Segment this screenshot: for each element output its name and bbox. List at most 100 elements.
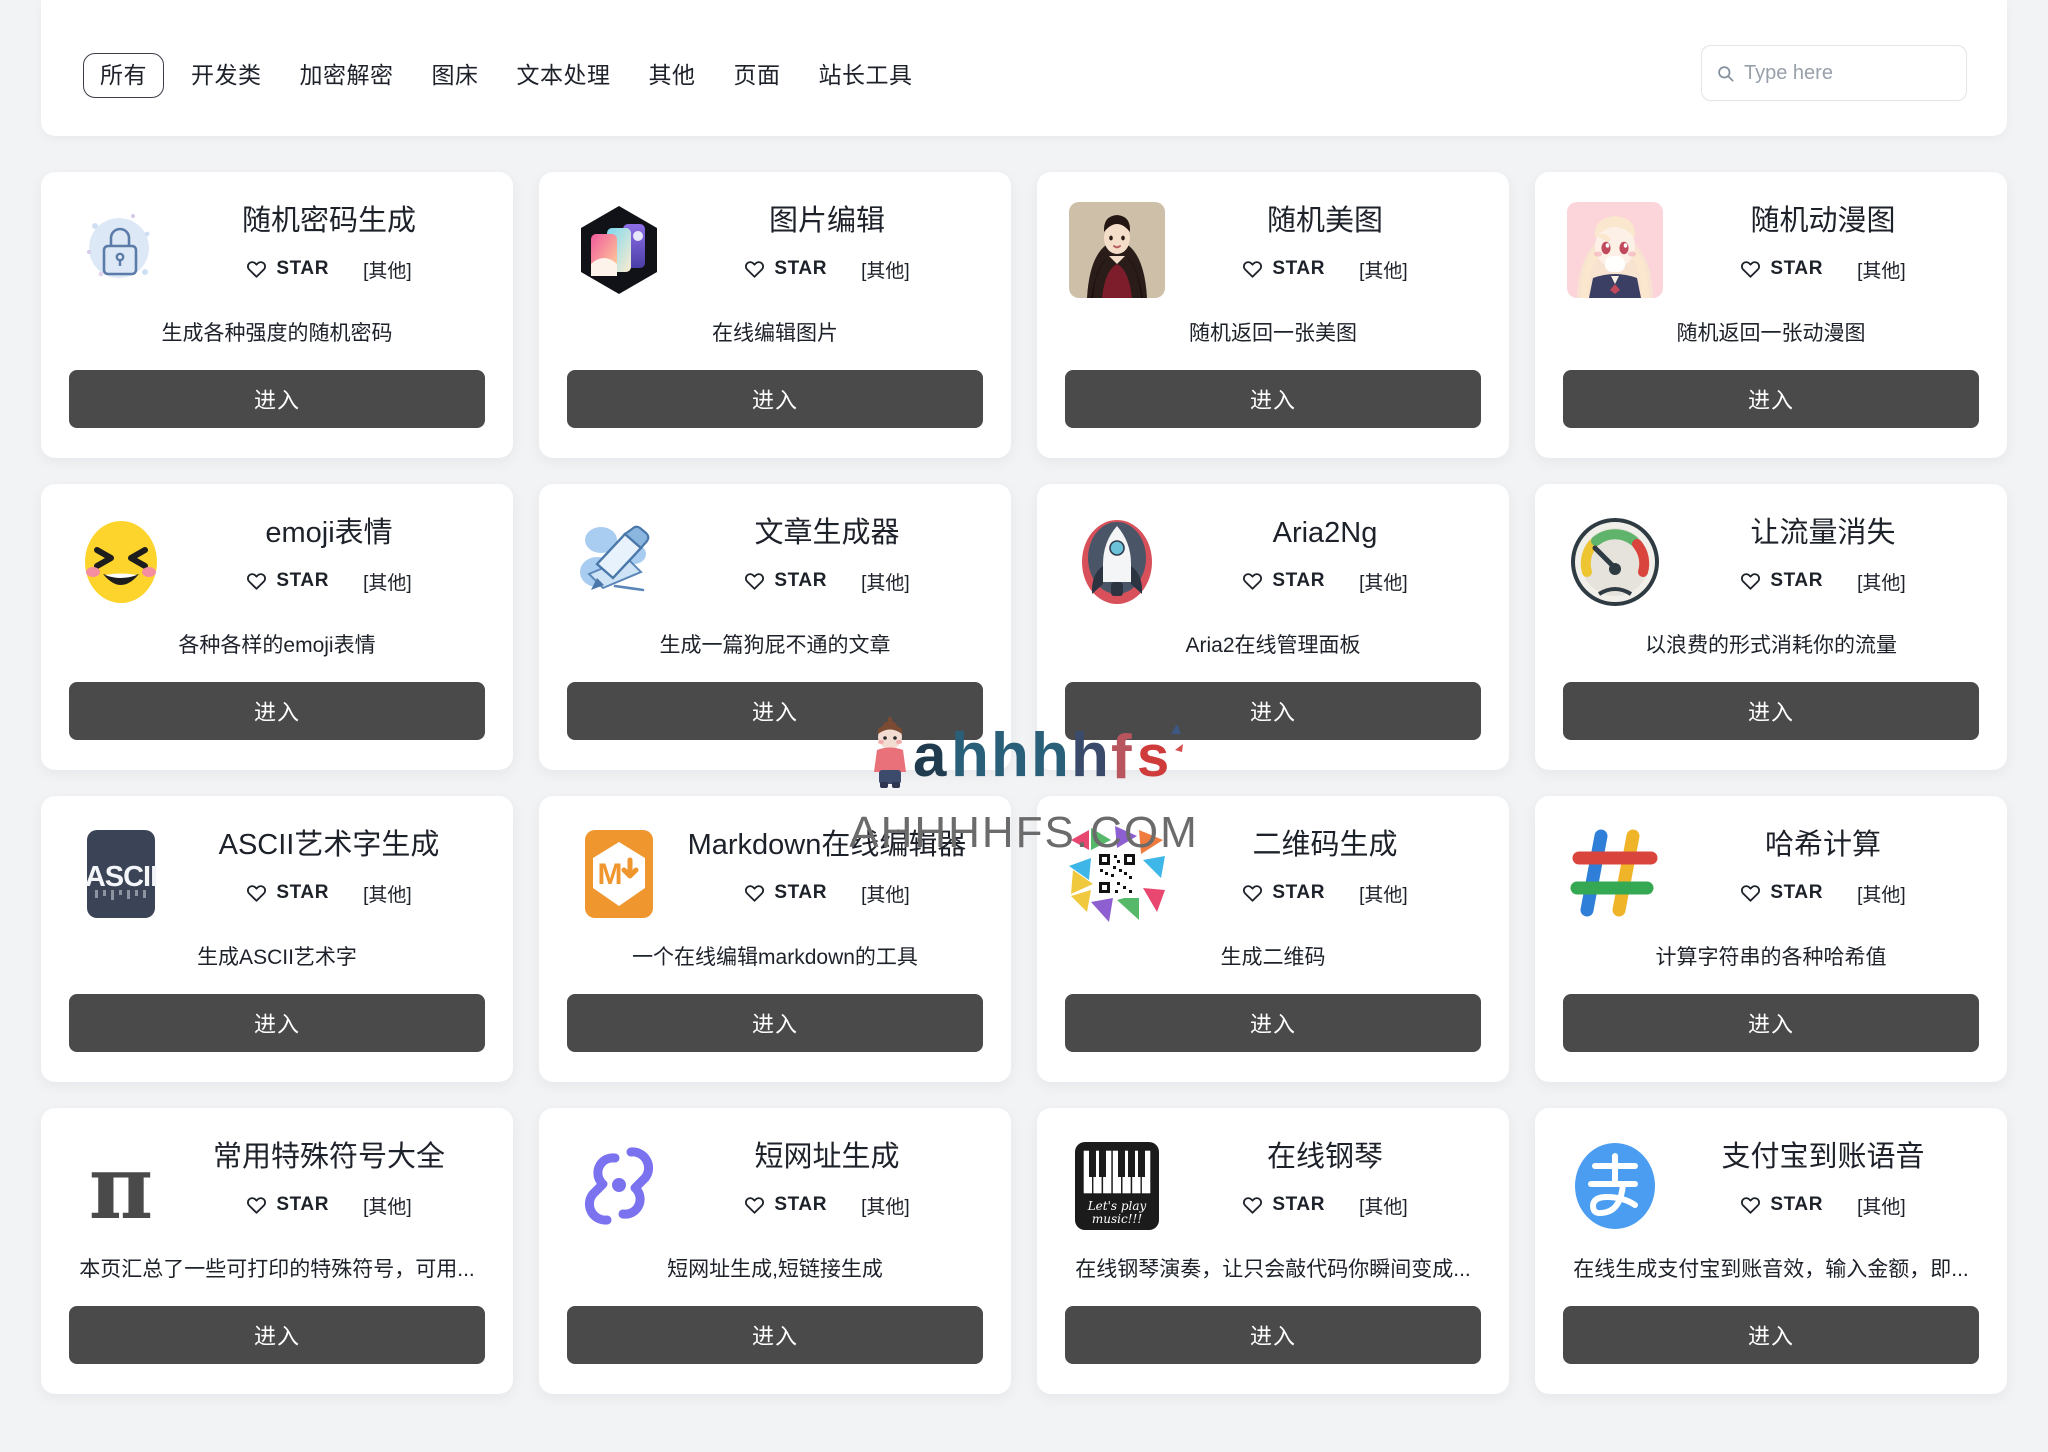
category-tag[interactable]: [其他] [861,1192,910,1219]
nav-item-2[interactable]: 加密解密 [281,53,413,98]
heart-icon[interactable] [246,1195,267,1216]
star-label[interactable]: STAR [276,570,329,592]
enter-button[interactable]: 进入 [567,1306,983,1364]
category-tag[interactable]: [其他] [1857,568,1906,595]
category-tag[interactable]: [其他] [1857,880,1906,907]
tool-card[interactable]: Let's play music!!! 在线钢琴 STAR [其他] 在线钢琴演奏，… [1037,1108,1509,1394]
enter-button[interactable]: 进入 [1065,1306,1481,1364]
heart-icon[interactable] [1740,259,1761,280]
category-tag[interactable]: [其他] [861,568,910,595]
card-top: ASCII ASCII艺术字生成 STAR [其他] [69,822,485,926]
tool-card[interactable]: Aria2Ng STAR [其他] Aria2在线管理面板 进入 [1037,484,1509,770]
heart-icon[interactable] [1740,883,1761,904]
card-cell: Let's play music!!! 在线钢琴 STAR [其他] 在线钢琴演奏，… [1024,1104,1522,1416]
category-tag[interactable]: [其他] [1359,256,1408,283]
heart-icon[interactable] [246,571,267,592]
tool-card[interactable]: 随机密码生成 STAR [其他] 生成各种强度的随机密码 进入 [41,172,513,458]
heart-icon[interactable] [246,883,267,904]
enter-button[interactable]: 进入 [1563,370,1979,428]
tool-card[interactable]: 文章生成器 STAR [其他] 生成一篇狗屁不通的文章 进入 [539,484,1011,770]
nav-item-1[interactable]: 开发类 [172,53,281,98]
card-head: 随机美图 STAR [其他] [1169,198,1481,283]
star-label[interactable]: STAR [276,1194,329,1216]
category-tag[interactable]: [其他] [1359,568,1408,595]
tool-card[interactable]: 支付宝到账语音 STAR [其他] 在线生成支付宝到账音效，输入金额，即... 进入 [1535,1108,2007,1394]
heart-icon[interactable] [1242,883,1263,904]
category-tag[interactable]: [其他] [363,1192,412,1219]
enter-button[interactable]: 进入 [567,682,983,740]
category-tag[interactable]: [其他] [861,880,910,907]
heart-icon[interactable] [1242,259,1263,280]
nav-item-0[interactable]: 所有 [83,52,164,98]
enter-button[interactable]: 进入 [69,370,485,428]
nav-item-3[interactable]: 图床 [413,53,498,98]
tool-card[interactable]: 哈希计算 STAR [其他] 计算字符串的各种哈希值 进入 [1535,796,2007,1082]
category-tag[interactable]: [其他] [363,880,412,907]
enter-button[interactable]: 进入 [1065,682,1481,740]
tool-card[interactable]: M Markdown在线编辑器 STAR [其他] 一个在线编辑markdown的工… [539,796,1011,1082]
enter-button[interactable]: 进入 [1563,682,1979,740]
star-label[interactable]: STAR [774,570,827,592]
heart-icon[interactable] [1740,571,1761,592]
star-label[interactable]: STAR [774,1194,827,1216]
tool-card[interactable]: 随机动漫图 STAR [其他] 随机返回一张动漫图 进入 [1535,172,2007,458]
star-label[interactable]: STAR [774,882,827,904]
enter-button[interactable]: 进入 [1563,994,1979,1052]
heart-icon[interactable] [744,1195,765,1216]
nav-item-4[interactable]: 文本处理 [498,53,630,98]
tool-card[interactable]: emoji表情 STAR [其他] 各种各样的emoji表情 进入 [41,484,513,770]
card-meta: STAR [其他] [1740,1192,1906,1219]
nav-item-6[interactable]: 页面 [715,53,800,98]
enter-button[interactable]: 进入 [1065,994,1481,1052]
heart-icon[interactable] [1740,1195,1761,1216]
heart-icon[interactable] [1242,1195,1263,1216]
rocket-icon [1065,510,1169,614]
nav-item-7[interactable]: 站长工具 [800,53,932,98]
tool-card[interactable]: 二维码生成 STAR [其他] 生成二维码 进入 [1037,796,1509,1082]
heart-icon[interactable] [744,883,765,904]
heart-icon[interactable] [246,259,267,280]
category-tag[interactable]: [其他] [1359,1192,1408,1219]
star-label[interactable]: STAR [1770,570,1823,592]
enter-button[interactable]: 进入 [69,994,485,1052]
search-box[interactable] [1701,45,1967,101]
star-label[interactable]: STAR [1770,882,1823,904]
tool-card[interactable]: π 常用特殊符号大全 STAR [其他] 本页汇总了一些可打印的特殊符号，可用...… [41,1108,513,1394]
star-label[interactable]: STAR [774,258,827,280]
enter-button[interactable]: 进入 [567,994,983,1052]
star-label[interactable]: STAR [1272,258,1325,280]
enter-button[interactable]: 进入 [567,370,983,428]
category-tag[interactable]: [其他] [1857,1192,1906,1219]
category-tag[interactable]: [其他] [1857,256,1906,283]
card-top: 二维码生成 STAR [其他] [1065,822,1481,926]
tool-card[interactable]: 图片编辑 STAR [其他] 在线编辑图片 进入 [539,172,1011,458]
star-label[interactable]: STAR [1272,570,1325,592]
heart-icon[interactable] [744,571,765,592]
card-meta: STAR [其他] [744,1192,910,1219]
star-label[interactable]: STAR [1770,1194,1823,1216]
heart-icon[interactable] [744,259,765,280]
tool-card[interactable]: 让流量消失 STAR [其他] 以浪费的形式消耗你的流量 进入 [1535,484,2007,770]
tool-card[interactable]: 短网址生成 STAR [其他] 短网址生成,短链接生成 进入 [539,1108,1011,1394]
star-label[interactable]: STAR [1272,1194,1325,1216]
enter-button[interactable]: 进入 [1065,370,1481,428]
star-label[interactable]: STAR [276,882,329,904]
search-input[interactable] [1744,61,1952,85]
star-label[interactable]: STAR [1770,258,1823,280]
star-label[interactable]: STAR [1272,882,1325,904]
category-tag[interactable]: [其他] [1359,880,1408,907]
enter-button[interactable]: 进入 [1563,1306,1979,1364]
enter-button[interactable]: 进入 [69,1306,485,1364]
category-tag[interactable]: [其他] [363,568,412,595]
tool-card[interactable]: ASCII ASCII艺术字生成 STAR [其他] 生成ASCII艺术字 进入 [41,796,513,1082]
card-cell: 支付宝到账语音 STAR [其他] 在线生成支付宝到账音效，输入金额，即... 进入 [1522,1104,2020,1416]
category-tag[interactable]: [其他] [363,256,412,283]
tool-card[interactable]: 随机美图 STAR [其他] 随机返回一张美图 进入 [1037,172,1509,458]
heart-icon[interactable] [1242,571,1263,592]
category-tag[interactable]: [其他] [861,256,910,283]
card-description: 本页汇总了一些可打印的特殊符号，可用... [79,1258,475,1281]
card-description: 在线生成支付宝到账音效，输入金额，即... [1573,1258,1969,1281]
star-label[interactable]: STAR [276,258,329,280]
nav-item-5[interactable]: 其他 [630,53,715,98]
enter-button[interactable]: 进入 [69,682,485,740]
